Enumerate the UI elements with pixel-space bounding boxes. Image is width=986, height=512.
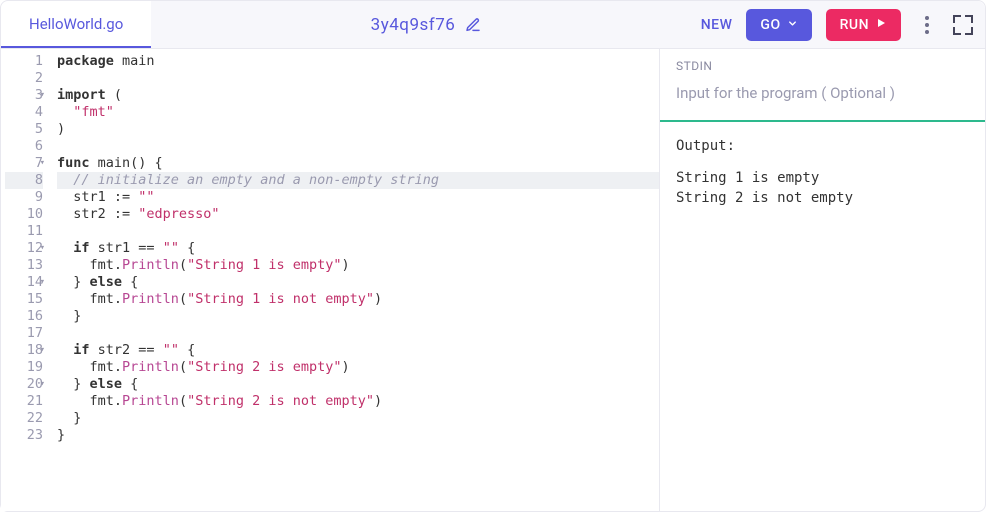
code-line[interactable]: package main — [57, 53, 659, 70]
app-root: HelloWorld.go 3y4q9sf76 NEW GO RUN — [0, 0, 986, 512]
code-line[interactable]: ) — [57, 121, 659, 138]
line-number: 3 — [5, 87, 43, 104]
code-line[interactable]: } else { — [57, 274, 659, 291]
toolbar-actions: NEW GO RUN — [701, 9, 973, 41]
code-line[interactable]: str2 := "edpresso" — [57, 206, 659, 223]
language-label: GO — [760, 17, 780, 33]
line-number: 20 — [5, 376, 43, 393]
line-number: 15 — [5, 291, 43, 308]
code-line[interactable] — [57, 325, 659, 342]
line-number: 11 — [5, 223, 43, 240]
output-text: String 1 is empty String 2 is not empty — [676, 168, 969, 208]
line-number: 4 — [5, 104, 43, 121]
line-number: 16 — [5, 308, 43, 325]
language-select[interactable]: GO — [746, 9, 811, 41]
line-number: 7 — [5, 155, 43, 172]
code-line[interactable]: } — [57, 410, 659, 427]
code-line[interactable]: fmt.Println("String 1 is not empty") — [57, 291, 659, 308]
code-line[interactable]: // initialize an empty and a non-empty s… — [57, 172, 659, 189]
stdin-label: STDIN — [676, 59, 969, 73]
editor-code[interactable]: package main import ( "fmt") func main() {… — [51, 49, 659, 511]
run-button[interactable]: RUN — [826, 9, 901, 41]
line-number: 8 — [5, 172, 43, 189]
line-number: 23 — [5, 427, 43, 444]
editor-gutter: 1234567891011121314151617181920212223 — [1, 49, 51, 511]
new-button[interactable]: NEW — [701, 17, 733, 33]
code-line[interactable] — [57, 138, 659, 155]
code-line[interactable]: if str2 == "" { — [57, 342, 659, 359]
line-number: 6 — [5, 138, 43, 155]
line-number: 18 — [5, 342, 43, 359]
line-number: 10 — [5, 206, 43, 223]
stdin-input[interactable] — [676, 84, 969, 102]
edit-icon[interactable] — [465, 17, 481, 33]
chevron-down-icon — [787, 17, 798, 33]
stdin-section: STDIN — [660, 49, 985, 122]
line-number: 19 — [5, 359, 43, 376]
code-line[interactable]: } — [57, 427, 659, 444]
code-line[interactable]: fmt.Println("String 2 is not empty") — [57, 393, 659, 410]
code-line[interactable]: } — [57, 308, 659, 325]
line-number: 5 — [5, 121, 43, 138]
code-editor[interactable]: 1234567891011121314151617181920212223 pa… — [1, 49, 659, 511]
line-number: 1 — [5, 53, 43, 70]
code-line[interactable]: "fmt" — [57, 104, 659, 121]
play-icon — [875, 17, 887, 33]
code-line[interactable]: str1 := "" — [57, 189, 659, 206]
code-line[interactable]: fmt.Println("String 2 is empty") — [57, 359, 659, 376]
io-panel: STDIN Output: String 1 is empty String 2… — [659, 49, 985, 511]
line-number: 13 — [5, 257, 43, 274]
line-number: 9 — [5, 189, 43, 206]
code-line[interactable] — [57, 70, 659, 87]
code-line[interactable]: } else { — [57, 376, 659, 393]
output-label: Output: — [676, 138, 969, 154]
line-number: 21 — [5, 393, 43, 410]
code-line[interactable]: fmt.Println("String 1 is empty") — [57, 257, 659, 274]
code-line[interactable]: import ( — [57, 87, 659, 104]
code-line[interactable]: if str1 == "" { — [57, 240, 659, 257]
code-line[interactable] — [57, 223, 659, 240]
main-area: 1234567891011121314151617181920212223 pa… — [1, 49, 985, 511]
share-id: 3y4q9sf76 — [371, 15, 456, 35]
share-id-area: 3y4q9sf76 — [151, 15, 700, 35]
code-line[interactable]: func main() { — [57, 155, 659, 172]
line-number: 14 — [5, 274, 43, 291]
output-section: Output: String 1 is empty String 2 is no… — [660, 122, 985, 224]
more-menu-icon[interactable] — [915, 16, 939, 34]
file-tab-label: HelloWorld.go — [29, 15, 123, 33]
line-number: 2 — [5, 70, 43, 87]
line-number: 12 — [5, 240, 43, 257]
run-label: RUN — [840, 17, 869, 33]
topbar: HelloWorld.go 3y4q9sf76 NEW GO RUN — [1, 1, 985, 49]
line-number: 22 — [5, 410, 43, 427]
fullscreen-icon[interactable] — [953, 15, 973, 35]
file-tab[interactable]: HelloWorld.go — [1, 1, 151, 48]
line-number: 17 — [5, 325, 43, 342]
